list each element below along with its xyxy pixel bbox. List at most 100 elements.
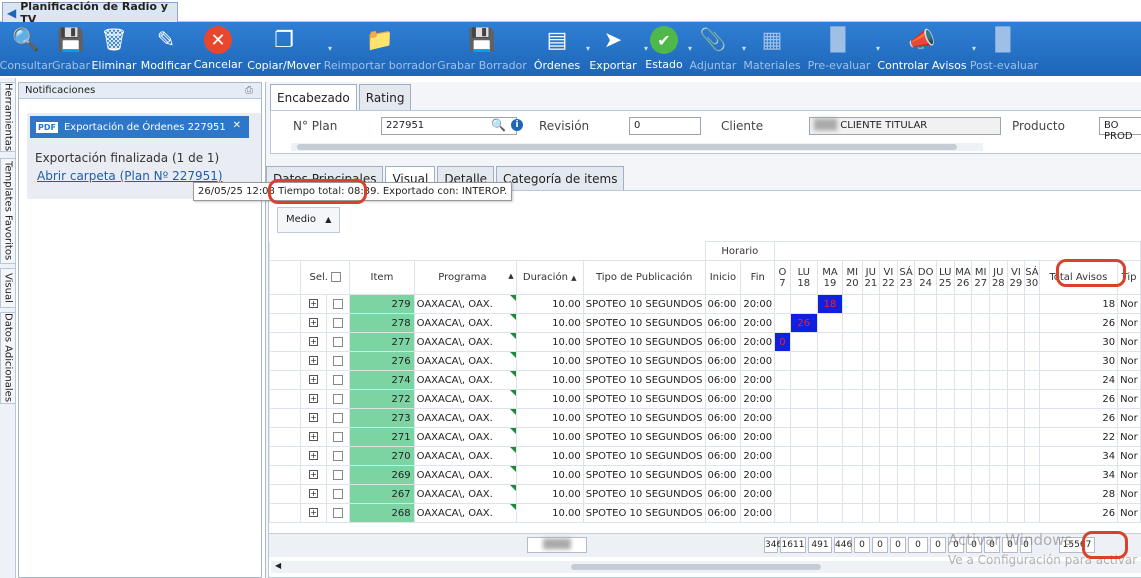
day-cell[interactable]	[861, 294, 881, 314]
table-row[interactable]: +276 OAXACA\, OAX. 10.00 SPOTEO 10 SEGUNDOS…	[268, 351, 1141, 371]
day-cell[interactable]	[789, 370, 818, 390]
day-cell[interactable]	[842, 484, 863, 504]
cancelar-button[interactable]: ✕ Cancelar	[194, 22, 242, 76]
day-cell[interactable]	[1006, 313, 1026, 333]
row-checkbox[interactable]	[332, 507, 343, 518]
day-cell[interactable]	[879, 408, 898, 428]
fin-cell[interactable]: 20:00	[740, 465, 776, 485]
day-cell[interactable]	[896, 484, 916, 504]
day-cell[interactable]	[879, 313, 898, 333]
programa-cell[interactable]: OAXACA\, OAX.	[413, 427, 517, 447]
day-cell[interactable]	[842, 313, 863, 333]
col-programa[interactable]: Programa ▲	[413, 260, 517, 295]
grabar-borrador-button[interactable]: 💾 Grabar Borrador	[434, 22, 530, 76]
day-cell[interactable]	[1024, 389, 1040, 409]
duracion-cell[interactable]: 10.00	[515, 332, 584, 352]
day-cell[interactable]	[879, 446, 898, 466]
fin-cell[interactable]: 20:00	[740, 294, 776, 314]
day-cell[interactable]	[1024, 332, 1040, 352]
duracion-cell[interactable]: 10.00	[515, 294, 584, 314]
day-cell[interactable]	[816, 389, 844, 409]
row-checkbox[interactable]	[332, 412, 343, 423]
day-cell[interactable]	[816, 484, 844, 504]
day-cell[interactable]	[1024, 370, 1040, 390]
table-row[interactable]: +274 OAXACA\, OAX. 10.00 SPOTEO 10 SEGUNDOS…	[268, 370, 1141, 390]
day-cell[interactable]	[1006, 370, 1026, 390]
day-cell[interactable]	[816, 427, 844, 447]
table-row[interactable]: +269 OAXACA\, OAX. 10.00 SPOTEO 10 SEGUNDOS…	[268, 465, 1141, 485]
item-cell[interactable]: 277	[349, 332, 415, 352]
col-day[interactable]: JU 28	[989, 260, 1008, 295]
day-cell[interactable]	[989, 351, 1008, 371]
controlar-avisos-button[interactable]: 📣 Controlar Avisos ▾	[874, 22, 976, 76]
duracion-cell[interactable]: 10.00	[515, 408, 584, 428]
day-cell[interactable]	[774, 351, 791, 371]
tipo-cell[interactable]: SPOTEO 10 SEGUNDOS	[582, 332, 706, 352]
expand-icon[interactable]: +	[309, 508, 319, 517]
fin-cell[interactable]: 20:00	[740, 484, 776, 504]
client-field[interactable]: ███ CLIENTE TITULAR	[809, 117, 1001, 135]
day-cell[interactable]	[879, 294, 898, 314]
fin-cell[interactable]: 20:00	[740, 313, 776, 333]
day-cell[interactable]	[953, 484, 973, 504]
day-cell[interactable]	[989, 427, 1008, 447]
day-cell[interactable]	[789, 389, 818, 409]
day-cell[interactable]	[896, 370, 916, 390]
day-cell[interactable]	[816, 446, 844, 466]
table-row[interactable]: +277 OAXACA\, OAX. 10.00 SPOTEO 10 SEGUNDOS…	[268, 332, 1141, 352]
day-cell[interactable]	[774, 427, 791, 447]
row-checkbox[interactable]	[332, 336, 343, 347]
day-cell[interactable]	[789, 408, 818, 428]
day-cell[interactable]	[842, 446, 863, 466]
day-cell[interactable]	[953, 294, 973, 314]
expand-icon[interactable]: +	[309, 299, 319, 308]
copiar-mover-button[interactable]: ❐ Copiar/Mover ▾	[242, 22, 332, 76]
col-day[interactable]: VI 29	[1006, 260, 1026, 295]
item-cell[interactable]: 273	[349, 408, 415, 428]
day-cell-marked[interactable]: 26	[789, 313, 818, 333]
fin-cell[interactable]: 20:00	[740, 503, 776, 523]
table-row[interactable]: +270 OAXACA\, OAX. 10.00 SPOTEO 10 SEGUNDOS…	[268, 446, 1141, 466]
programa-cell[interactable]: OAXACA\, OAX.	[413, 313, 517, 333]
expand-icon[interactable]: +	[309, 375, 319, 384]
search-icon[interactable]: 🔍	[491, 118, 506, 132]
day-cell[interactable]	[1006, 446, 1026, 466]
day-cell[interactable]	[1024, 503, 1040, 523]
day-cell[interactable]	[861, 370, 881, 390]
row-checkbox[interactable]	[332, 450, 343, 461]
tipo-cell[interactable]: SPOTEO 10 SEGUNDOS	[582, 370, 706, 390]
day-cell[interactable]	[816, 408, 844, 428]
inicio-cell[interactable]: 06:00	[704, 484, 742, 504]
col-day[interactable]: SÁ 23	[896, 260, 916, 295]
col-item[interactable]: Item	[349, 260, 415, 295]
reimportar-borrador-button[interactable]: 📁 Reimportar borrador	[324, 22, 437, 76]
inicio-cell[interactable]: 06:00	[704, 313, 742, 333]
day-cell[interactable]	[953, 503, 973, 523]
inicio-cell[interactable]: 06:00	[704, 370, 742, 390]
day-cell[interactable]	[842, 389, 863, 409]
day-cell[interactable]	[842, 351, 863, 371]
day-cell[interactable]	[989, 313, 1008, 333]
item-cell[interactable]: 274	[349, 370, 415, 390]
day-cell[interactable]	[971, 313, 990, 333]
day-cell[interactable]	[789, 465, 818, 485]
item-cell[interactable]: 276	[349, 351, 415, 371]
day-cell[interactable]	[789, 351, 818, 371]
item-cell[interactable]: 278	[349, 313, 415, 333]
row-checkbox[interactable]	[332, 469, 343, 480]
day-cell[interactable]	[935, 484, 955, 504]
day-cell[interactable]	[1024, 294, 1040, 314]
day-cell[interactable]	[971, 465, 990, 485]
programa-cell[interactable]: OAXACA\, OAX.	[413, 503, 517, 523]
órdenes-button[interactable]: ▤ Órdenes ▾	[530, 22, 590, 76]
tipo-cell[interactable]: SPOTEO 10 SEGUNDOS	[582, 427, 706, 447]
day-cell[interactable]	[935, 294, 955, 314]
col-sel[interactable]: Sel.	[300, 260, 351, 295]
inicio-cell[interactable]: 06:00	[704, 294, 742, 314]
day-cell[interactable]	[816, 503, 844, 523]
day-cell[interactable]	[971, 351, 990, 371]
close-icon[interactable]: ✕	[233, 120, 241, 131]
scroll-left-icon[interactable]: ◀	[275, 561, 281, 570]
tab-encabezado[interactable]: Encabezado	[270, 84, 357, 110]
day-cell[interactable]	[774, 484, 791, 504]
